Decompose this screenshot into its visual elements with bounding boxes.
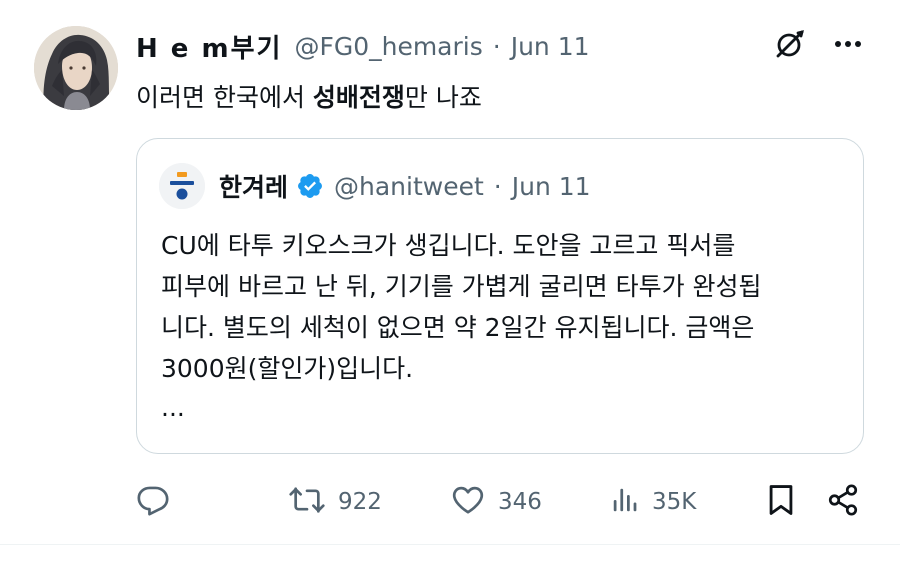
quoted-text-line: 니다. 별도의 세척이 없으면 약 2일간 유지됩니다. 금액은 xyxy=(161,313,755,342)
quoted-tweet-header: 한겨레 @hanitweet · Jun 11 xyxy=(219,167,591,205)
author-handle[interactable]: @FG0_hemaris xyxy=(294,32,482,61)
retweet-button[interactable]: 922 xyxy=(288,472,382,532)
tweet-header-actions xyxy=(774,28,862,60)
quoted-author-display-name[interactable]: 한겨레 xyxy=(219,168,288,204)
quoted-text-line: CU에 타투 키오스크가 생깁니다. 도안을 고르고 픽서를 xyxy=(161,231,736,260)
tweet-divider xyxy=(0,544,900,545)
author-display-name[interactable]: H e m부기 xyxy=(136,28,282,65)
quoted-separator-dot: · xyxy=(493,171,502,201)
views-count: 35K xyxy=(652,489,697,515)
views-button[interactable]: 35K xyxy=(610,472,696,532)
author-avatar[interactable] xyxy=(34,26,118,110)
quoted-text-line: 피부에 바르고 난 뒤, 기기를 가볍게 굴리면 타투가 완성됩 xyxy=(161,272,762,301)
quoted-text-ellipsis: ... xyxy=(161,393,185,422)
tweet-date[interactable]: Jun 11 xyxy=(511,32,590,61)
retweet-icon xyxy=(288,483,326,521)
quoted-author-avatar[interactable] xyxy=(159,163,205,209)
hani-logo-icon xyxy=(159,163,205,209)
share-icon xyxy=(826,483,860,521)
reply-button[interactable] xyxy=(136,472,182,532)
quoted-text-line: 3000원(할인가)입니다. xyxy=(161,354,414,383)
like-count: 346 xyxy=(498,489,542,515)
quoted-tweet-text: CU에 타투 키오스크가 생깁니다. 도안을 고르고 픽서를 피부에 바르고 난… xyxy=(161,225,851,423)
separator-dot: · xyxy=(492,31,501,61)
tweet-text-after: 만 나죠 xyxy=(404,83,482,112)
bookmark-icon xyxy=(764,483,798,521)
retweet-count: 922 xyxy=(338,489,382,515)
heart-icon xyxy=(450,483,486,521)
tweet-text: 이러면 한국에서 성배전쟁만 나죠 xyxy=(136,78,482,114)
more-options-icon[interactable] xyxy=(834,40,862,48)
verified-badge-icon xyxy=(296,172,324,200)
tweet-text-before: 이러면 한국에서 xyxy=(136,83,313,112)
views-icon xyxy=(610,484,640,520)
tweet[interactable]: H e m부기 @FG0_hemaris · Jun 11 이러면 한국에서 성… xyxy=(0,0,900,568)
avatar-portrait xyxy=(34,26,118,110)
quoted-tweet-date[interactable]: Jun 11 xyxy=(512,172,591,201)
tweet-header: H e m부기 @FG0_hemaris · Jun 11 xyxy=(136,28,590,64)
action-bar: 922 346 35K xyxy=(0,472,900,532)
like-button[interactable]: 346 xyxy=(450,472,542,532)
reply-icon xyxy=(136,483,170,521)
quoted-author-handle[interactable]: @hanitweet xyxy=(334,172,484,201)
tweet-text-bold: 성배전쟁 xyxy=(312,83,405,112)
bookmark-button[interactable] xyxy=(764,472,798,532)
grok-icon[interactable] xyxy=(774,28,806,60)
quoted-tweet[interactable]: 한겨레 @hanitweet · Jun 11 CU에 타투 키오스크가 생깁니… xyxy=(136,138,864,454)
share-button[interactable] xyxy=(826,472,860,532)
